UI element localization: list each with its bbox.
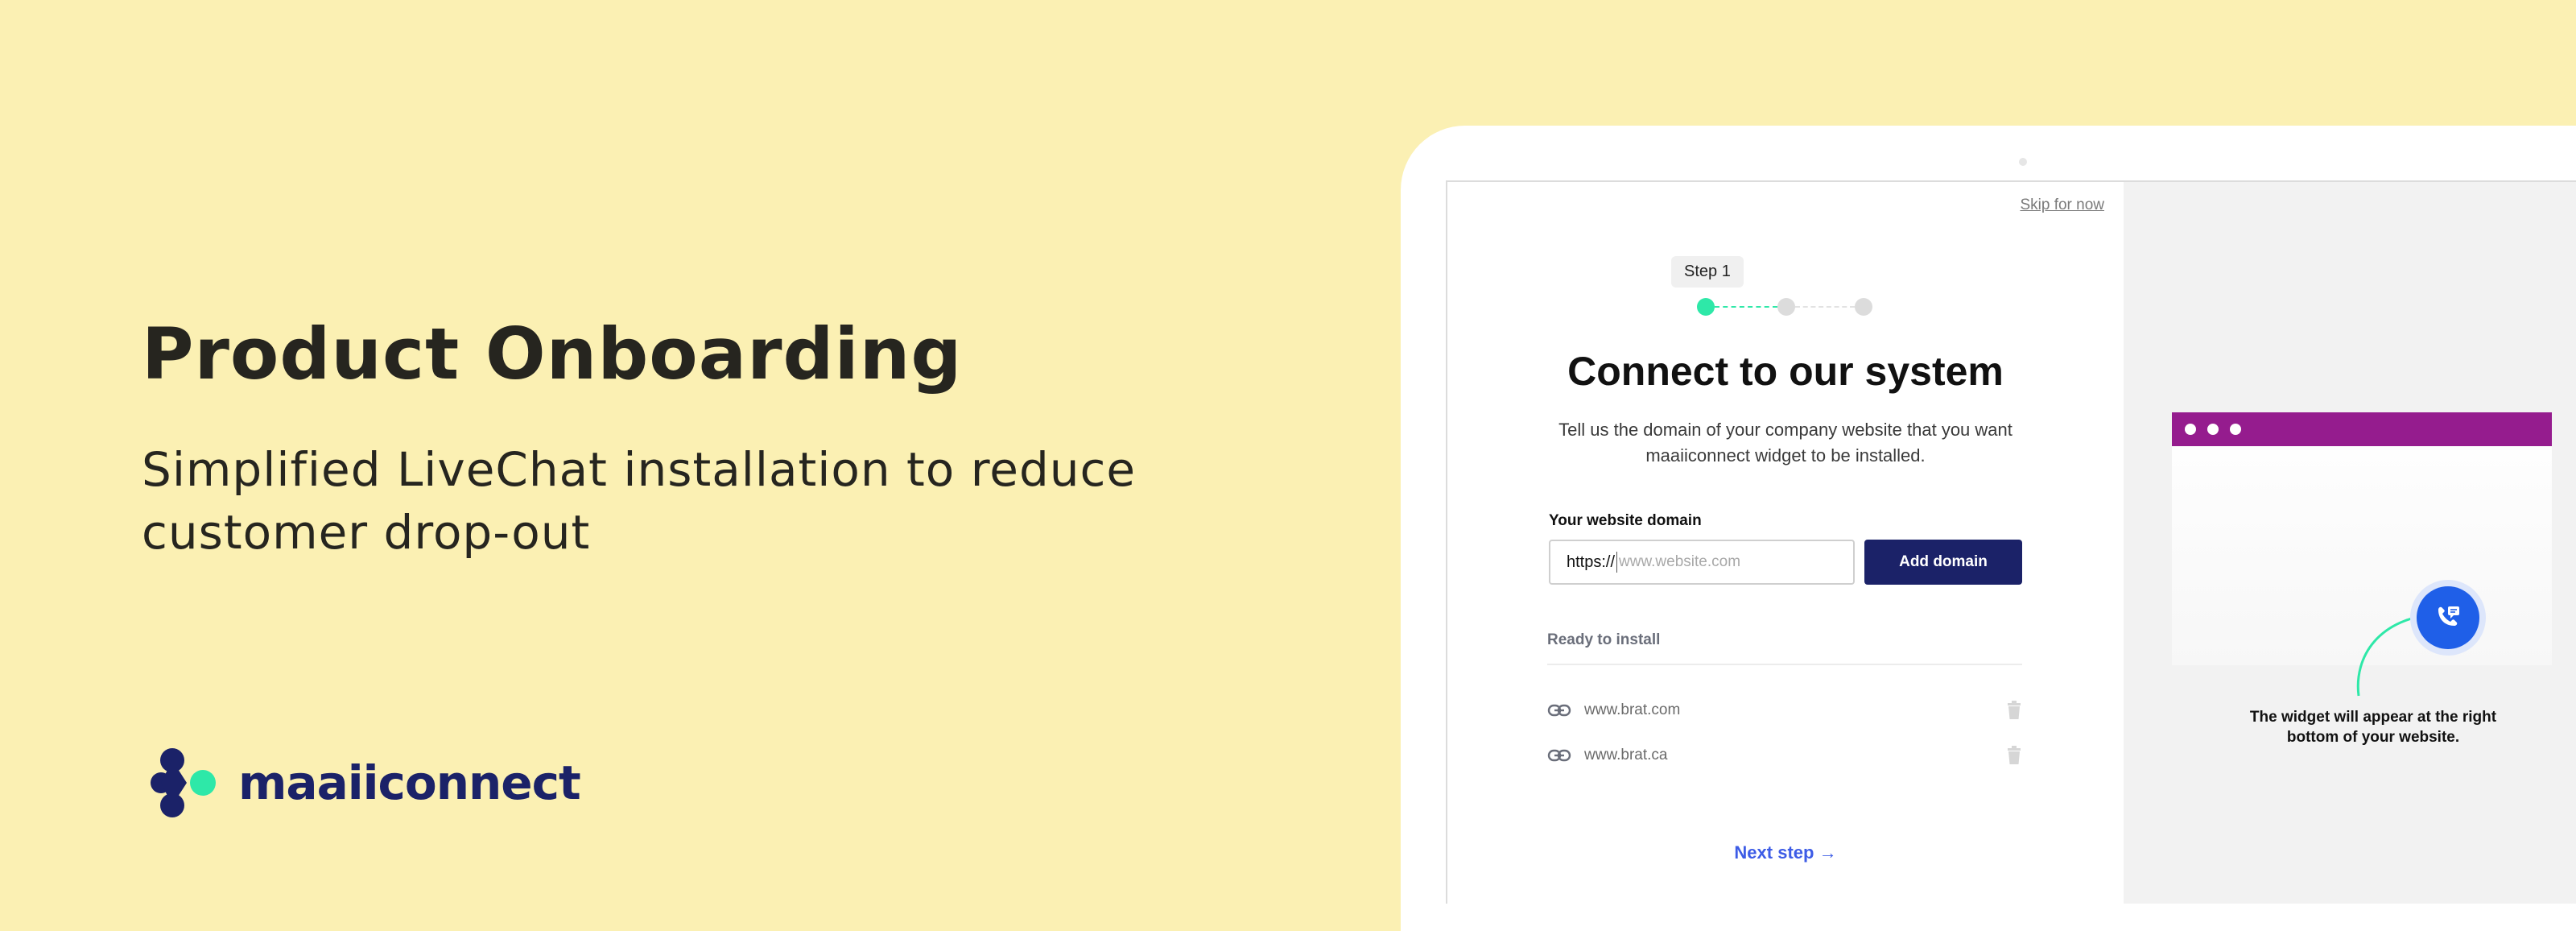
add-domain-button[interactable]: Add domain — [1864, 540, 2022, 585]
trash-icon[interactable] — [2006, 701, 2022, 720]
domain-input[interactable] — [1619, 553, 1829, 571]
domain-list-item: www.brat.ca — [1547, 739, 2022, 772]
camera-dot — [2019, 158, 2027, 166]
brand-logo: maaiiconnect — [150, 746, 581, 820]
page-description: Tell us the domain of your company websi… — [1558, 420, 2013, 466]
link-icon — [1547, 749, 1571, 762]
widget-caption: The widget will appear at the right bott… — [2249, 709, 2497, 746]
step-progress — [1697, 298, 1890, 317]
trash-icon[interactable] — [2006, 746, 2022, 765]
phone-chat-icon — [2438, 606, 2459, 626]
onboarding-screen: Skip for now Step 1 Connect to our syste… — [1446, 180, 2576, 904]
window-dot — [2207, 424, 2219, 435]
step-dot-3 — [1855, 298, 1872, 316]
window-dot — [2185, 424, 2196, 435]
hero-subtitle: Simplified LiveChat installation to redu… — [142, 442, 1137, 560]
browser-title-bar — [2172, 412, 2552, 446]
divider — [1547, 664, 2022, 665]
step-dot-1 — [1697, 298, 1715, 316]
skip-link[interactable]: Skip for now — [2020, 197, 2104, 214]
domain-url: www.brat.com — [1584, 701, 1681, 718]
step-dot-2 — [1777, 298, 1795, 316]
widget-preview-panel: The widget will appear at the right bott… — [2124, 182, 2576, 904]
onboarding-panel: Skip for now Step 1 Connect to our syste… — [1447, 182, 2124, 904]
hero-title: Product Onboarding — [142, 312, 963, 395]
page-title: Connect to our system — [1567, 349, 2004, 394]
domain-field-label: Your website domain — [1549, 512, 1702, 529]
ready-to-install-label: Ready to install — [1547, 631, 1661, 648]
window-dot — [2230, 424, 2241, 435]
step-badge: Step 1 — [1671, 256, 1744, 288]
domain-prefix: https:// — [1567, 552, 1616, 571]
chat-widget-button[interactable] — [2417, 586, 2479, 649]
step-connector — [1715, 306, 1777, 308]
domain-list-item: www.brat.com — [1547, 694, 2022, 726]
domain-field[interactable]: https:// — [1549, 540, 1855, 585]
domain-url: www.brat.ca — [1584, 747, 1668, 763]
step-connector — [1795, 306, 1855, 308]
maaiiconnect-logo-icon — [151, 748, 216, 817]
text-caret — [1616, 552, 1618, 573]
next-step-link[interactable]: Next step → — [1447, 842, 2124, 863]
link-icon — [1547, 704, 1571, 717]
brand-name: maaiiconnect — [238, 755, 581, 810]
